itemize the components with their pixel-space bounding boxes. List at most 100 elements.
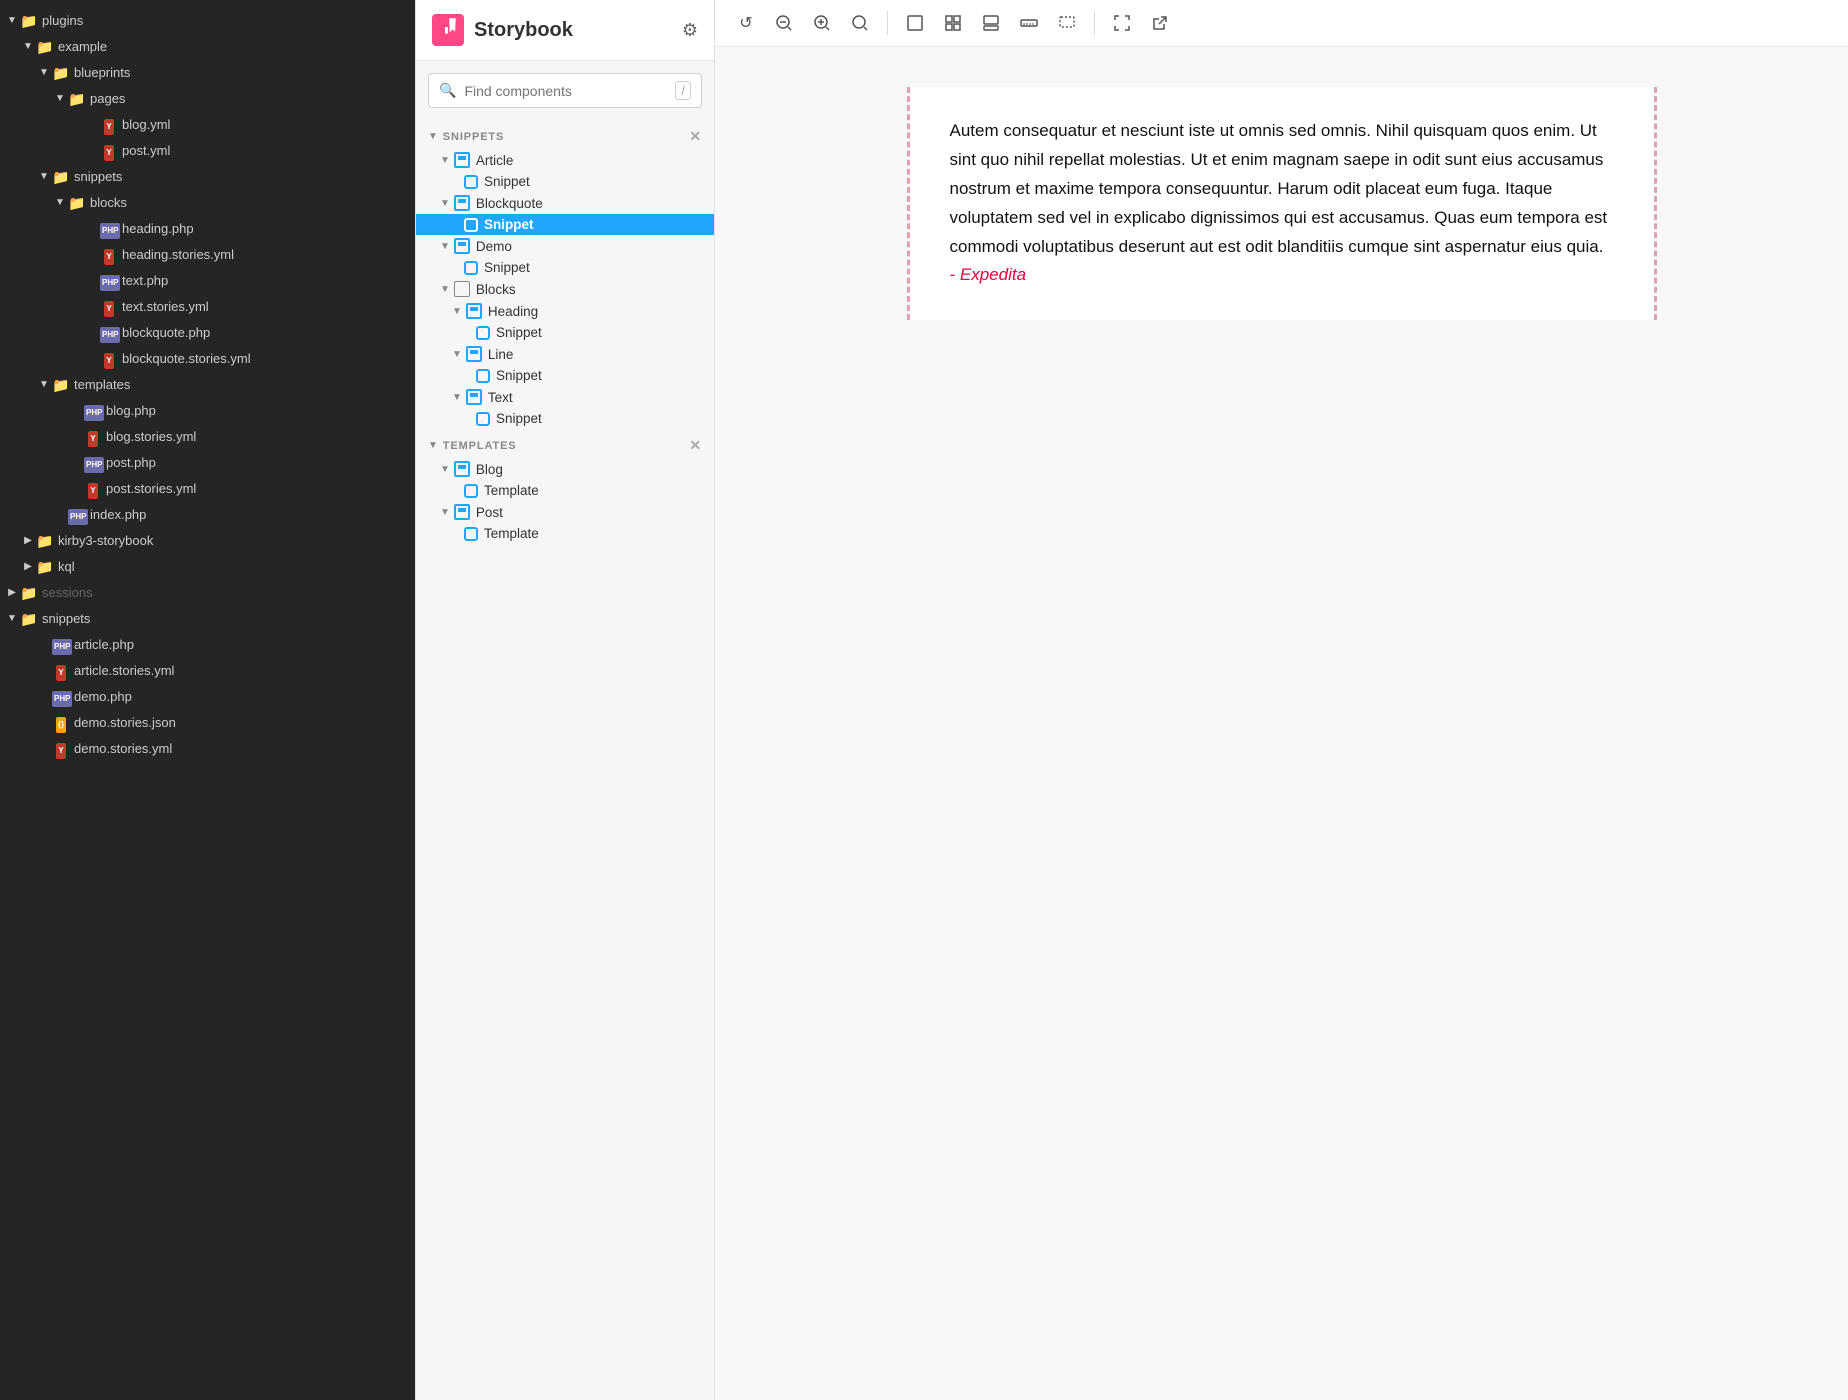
storybook-logo — [432, 14, 464, 46]
php-icon-post: PHP — [84, 454, 102, 472]
toolbar-viewport-button[interactable] — [1052, 8, 1082, 38]
toolbar-divider-2 — [1094, 11, 1095, 35]
tree-item-article-php[interactable]: ▶ PHP article.php — [0, 632, 415, 658]
section-label-snippets: SNIPPETS — [443, 131, 504, 143]
section-snippets-header[interactable]: ▼ SNIPPETS ✕ — [416, 120, 714, 149]
nav-item-article-snippet[interactable]: Snippet — [416, 171, 714, 192]
gear-icon[interactable]: ⚙ — [682, 20, 698, 41]
tree-item-demo-php[interactable]: ▶ PHP demo.php — [0, 684, 415, 710]
tree-label-demo-stories-json: demo.stories.json — [74, 712, 176, 734]
nav-label-blocks-line: Line — [488, 347, 514, 362]
tree-item-snippets-inner[interactable]: ▼ 📁 snippets — [0, 164, 415, 190]
nav-label-demo-snippet: Snippet — [484, 260, 530, 275]
tree-label-blockquote-stories-yml: blockquote.stories.yml — [122, 348, 251, 370]
tree-label-kirby3-storybook: kirby3-storybook — [58, 530, 153, 552]
toolbar-fullscreen-button[interactable] — [1107, 8, 1137, 38]
toolbar-grid-button[interactable] — [938, 8, 968, 38]
tree-item-blockquote-stories-yml[interactable]: ▶ Y blockquote.stories.yml — [0, 346, 415, 372]
nav-item-blog[interactable]: ▼ Blog — [416, 458, 714, 480]
nav-item-article[interactable]: ▼ Article — [416, 149, 714, 171]
toolbar-zoom-in-button[interactable] — [807, 8, 837, 38]
php-icon-heading: PHP — [100, 220, 118, 238]
tree-item-kql[interactable]: ▶ 📁 kql — [0, 554, 415, 580]
nav-item-demo[interactable]: ▼ Demo — [416, 235, 714, 257]
toolbar-reload-button[interactable]: ↺ — [731, 8, 761, 38]
folder-icon-kql: 📁 — [36, 558, 54, 576]
tree-item-example[interactable]: ▼ 📁 example — [0, 34, 415, 60]
nav-item-blocks[interactable]: ▼ Blocks — [416, 278, 714, 300]
tree-item-index-php[interactable]: ▶ PHP index.php — [0, 502, 415, 528]
tree-item-post-php[interactable]: ▶ PHP post.php — [0, 450, 415, 476]
tree-arrow-snippets-inner: ▼ — [36, 166, 52, 188]
search-input[interactable] — [464, 83, 675, 99]
tree-item-demo-stories-yml[interactable]: ▶ Y demo.stories.yml — [0, 736, 415, 762]
tree-item-heading-stories-yml[interactable]: ▶ Y heading.stories.yml — [0, 242, 415, 268]
nav-arrow-blocks: ▼ — [440, 284, 450, 295]
section-close-snippets[interactable]: ✕ — [689, 128, 702, 145]
nav-item-blocks-text-snippet[interactable]: Snippet — [416, 408, 714, 429]
nav-item-blocks-line-snippet[interactable]: Snippet — [416, 365, 714, 386]
tree-item-text-php[interactable]: ▶ PHP text.php — [0, 268, 415, 294]
tree-label-heading-php: heading.php — [122, 218, 194, 240]
nav-item-blockquote-snippet[interactable]: Snippet — [416, 214, 714, 235]
nav-item-post[interactable]: ▼ Post — [416, 501, 714, 523]
toolbar-zoom-out-button[interactable] — [769, 8, 799, 38]
tree-label-snippets-inner: snippets — [74, 166, 122, 188]
toolbar-external-button[interactable] — [1145, 8, 1175, 38]
nav-item-post-template[interactable]: Template — [416, 523, 714, 544]
storybook-panel: Storybook ⚙ 🔍 / ▼ SNIPPETS ✕ ▼ Article S… — [415, 0, 715, 1400]
tree-item-post-yml[interactable]: ▶ Y post.yml — [0, 138, 415, 164]
nav-label-post: Post — [476, 505, 503, 520]
section-arrow-templates: ▼ — [428, 440, 439, 451]
tree-item-blockquote-php[interactable]: ▶ PHP blockquote.php — [0, 320, 415, 346]
nav-item-demo-snippet[interactable]: Snippet — [416, 257, 714, 278]
tree-item-snippets-root[interactable]: ▼ 📁 snippets — [0, 606, 415, 632]
nav-item-blog-template[interactable]: Template — [416, 480, 714, 501]
tree-item-post-stories-yml[interactable]: ▶ Y post.stories.yml — [0, 476, 415, 502]
component-icon-post — [454, 504, 470, 520]
nav-item-blocks-heading-snippet[interactable]: Snippet — [416, 322, 714, 343]
toolbar-panel-button[interactable] — [976, 8, 1006, 38]
tree-item-blog-stories-yml[interactable]: ▶ Y blog.stories.yml — [0, 424, 415, 450]
tree-label-blockquote-php: blockquote.php — [122, 322, 210, 344]
section-templates-header[interactable]: ▼ TEMPLATES ✕ — [416, 429, 714, 458]
tree-label-demo-stories-yml: demo.stories.yml — [74, 738, 172, 760]
toolbar-ruler-button[interactable] — [1014, 8, 1044, 38]
nav-label-blog: Blog — [476, 462, 503, 477]
nav-label-blockquote: Blockquote — [476, 196, 543, 211]
nav-label-article: Article — [476, 153, 514, 168]
tree-item-kirby3-storybook[interactable]: ▶ 📁 kirby3-storybook — [0, 528, 415, 554]
storybook-nav: ▼ SNIPPETS ✕ ▼ Article Snippet ▼ Blockqu… — [416, 116, 714, 1400]
section-close-templates[interactable]: ✕ — [689, 437, 702, 454]
php-icon-demo: PHP — [52, 688, 70, 706]
search-bar[interactable]: 🔍 / — [428, 73, 702, 108]
tree-label-text-stories-yml: text.stories.yml — [122, 296, 209, 318]
tree-item-demo-stories-json[interactable]: ▶ {} demo.stories.json — [0, 710, 415, 736]
tree-item-text-stories-yml[interactable]: ▶ Y text.stories.yml — [0, 294, 415, 320]
tree-label-post-yml: post.yml — [122, 140, 170, 162]
preview-frame: Autem consequatur et nesciunt iste ut om… — [907, 87, 1657, 320]
toolbar-zoom-reset-button[interactable] — [845, 8, 875, 38]
section-arrow-snippets: ▼ — [428, 131, 439, 142]
tree-item-heading-php[interactable]: ▶ PHP heading.php — [0, 216, 415, 242]
search-slash-icon: / — [675, 81, 691, 100]
tree-item-plugins[interactable]: ▼ 📁 plugins — [0, 8, 415, 34]
tree-item-pages[interactable]: ▼ 📁 pages — [0, 86, 415, 112]
nav-item-blocks-heading[interactable]: ▼ Heading — [416, 300, 714, 322]
toolbar-frame-button[interactable] — [900, 8, 930, 38]
tree-item-blueprints[interactable]: ▼ 📁 blueprints — [0, 60, 415, 86]
nav-arrow-blog: ▼ — [440, 464, 450, 475]
tree-item-templates-folder[interactable]: ▼ 📁 templates — [0, 372, 415, 398]
tree-item-article-stories-yml[interactable]: ▶ Y article.stories.yml — [0, 658, 415, 684]
nav-item-blocks-line[interactable]: ▼ Line — [416, 343, 714, 365]
nav-item-blockquote[interactable]: ▼ Blockquote — [416, 192, 714, 214]
preview-toolbar: ↺ — [715, 0, 1848, 47]
tree-item-blocks[interactable]: ▼ 📁 blocks — [0, 190, 415, 216]
yml-icon-blog-stories: Y — [84, 428, 102, 446]
tree-label-blog-yml: blog.yml — [122, 114, 170, 136]
tree-item-sessions[interactable]: ▶ 📁 sessions — [0, 580, 415, 606]
tree-item-blog-php[interactable]: ▶ PHP blog.php — [0, 398, 415, 424]
tree-item-blog-yml[interactable]: ▶ Y blog.yml — [0, 112, 415, 138]
nav-item-blocks-text[interactable]: ▼ Text — [416, 386, 714, 408]
nav-arrow-post: ▼ — [440, 507, 450, 518]
